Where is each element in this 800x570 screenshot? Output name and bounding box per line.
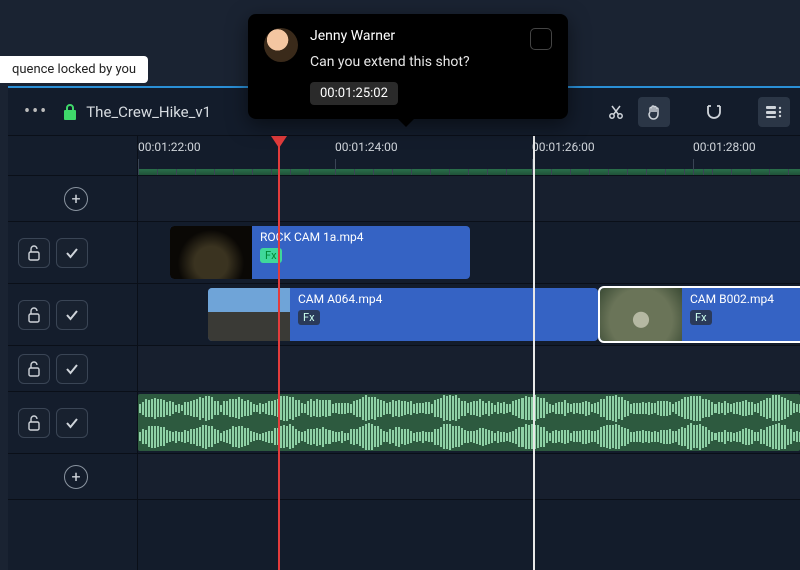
clip-cam-b002[interactable]: CAM B002.mp4 Fx	[600, 288, 800, 341]
clip-thumbnail	[170, 226, 252, 279]
sequence-title: The_Crew_Hike_v1	[86, 103, 211, 121]
clip-thumbnail	[600, 288, 682, 341]
track-options-icon[interactable]	[758, 97, 790, 127]
more-menu-icon[interactable]: •••	[18, 101, 54, 122]
track-enable-button[interactable]	[56, 354, 88, 384]
track-lock-button[interactable]	[18, 354, 50, 384]
ruler-strip	[138, 169, 800, 175]
lock-notice: quence locked by you	[0, 56, 148, 83]
add-track-button[interactable]: +	[64, 187, 88, 211]
ruler-label: 00:01:22:00	[138, 140, 201, 154]
track-lock-button[interactable]	[18, 238, 50, 268]
time-ruler[interactable]: 00:01:22:00 00:01:24:00 00:01:26:00 00:01:2…	[138, 136, 800, 176]
clip-label: CAM A064.mp4	[298, 292, 382, 306]
add-track-button[interactable]: +	[64, 465, 88, 489]
comment-text: Can you extend this shot?	[310, 54, 518, 70]
fx-badge[interactable]: Fx	[298, 310, 320, 325]
clip-cam-a064[interactable]: CAM A064.mp4 Fx	[208, 288, 598, 341]
track-row-spacer	[138, 454, 800, 500]
track-enable-button[interactable]	[56, 238, 88, 268]
timeline-panel: ••• The_Crew_Hike_v1	[8, 86, 800, 570]
ruler-label: 00:01:24:00	[335, 140, 398, 154]
audio-track-1[interactable]	[138, 392, 800, 454]
playhead-primary[interactable]	[278, 136, 280, 570]
ruler-label: 00:01:28:00	[693, 140, 756, 154]
hand-tool-icon[interactable]	[638, 97, 670, 127]
comment-timecode[interactable]: 00:01:25:02	[310, 82, 398, 105]
comment-popover: Jenny Warner Can you extend this shot? 0…	[248, 14, 568, 119]
ruler-label: 00:01:26:00	[532, 140, 595, 154]
video-track-1[interactable]: ROCK CAM 1a.mp4 Fx	[138, 222, 800, 284]
comment-avatar	[264, 28, 298, 62]
tool-group	[600, 97, 790, 127]
comment-author: Jenny Warner	[310, 28, 518, 44]
track-enable-button[interactable]	[56, 408, 88, 438]
clip-rock-cam[interactable]: ROCK CAM 1a.mp4 Fx	[170, 226, 470, 279]
video-track-2[interactable]: CAM A064.mp4 Fx CAM B002.mp4 Fx	[138, 284, 800, 346]
track-row-spacer	[138, 176, 800, 222]
track-lock-button[interactable]	[18, 408, 50, 438]
track-area[interactable]: 00:01:22:00 00:01:24:00 00:01:26:00 00:01:2…	[138, 136, 800, 570]
track-row-empty[interactable]	[138, 346, 800, 392]
clip-label: ROCK CAM 1a.mp4	[260, 230, 364, 244]
track-enable-button[interactable]	[56, 300, 88, 330]
comment-resolve-checkbox[interactable]	[530, 28, 552, 50]
fx-badge[interactable]: Fx	[690, 310, 712, 325]
cut-tool-icon[interactable]	[600, 97, 632, 127]
audio-clip[interactable]	[138, 394, 800, 451]
track-header-column: +	[8, 136, 138, 570]
clip-label: CAM B002.mp4	[690, 292, 774, 306]
playhead-secondary[interactable]	[533, 136, 535, 570]
snap-tool-icon[interactable]	[698, 97, 730, 127]
sequence-lock-icon[interactable]	[62, 103, 78, 121]
track-lock-button[interactable]	[18, 300, 50, 330]
